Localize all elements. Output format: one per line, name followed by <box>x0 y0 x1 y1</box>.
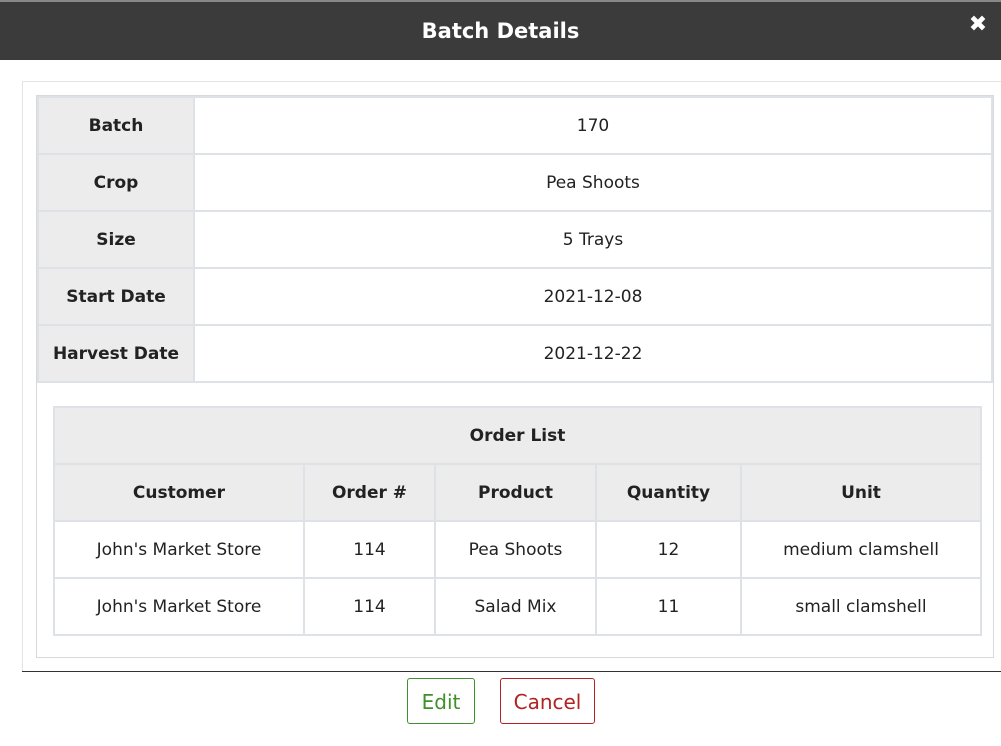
cancel-button[interactable]: Cancel <box>500 678 595 724</box>
detail-label: Harvest Date <box>37 324 195 383</box>
column-header-unit: Unit <box>739 463 983 522</box>
column-header-order-number: Order # <box>303 463 436 522</box>
detail-value: 5 Trays <box>193 210 993 269</box>
detail-label: Size <box>37 210 195 269</box>
order-list-title: Order List <box>52 406 983 465</box>
detail-value: 2021-12-08 <box>193 267 993 326</box>
edit-button[interactable]: Edit <box>407 678 475 724</box>
column-header-product: Product <box>434 463 597 522</box>
cell-customer: John's Market Store <box>53 577 305 636</box>
detail-row-start-date: Start Date 2021-12-08 <box>37 267 993 326</box>
order-list-title-row: Order List <box>52 406 983 465</box>
table-row: John's Market Store 114 Pea Shoots 12 me… <box>53 520 983 579</box>
close-icon[interactable]: ✖ <box>967 14 989 36</box>
cell-customer: John's Market Store <box>53 520 305 579</box>
detail-row-crop: Crop Pea Shoots <box>37 153 993 212</box>
cell-unit: small clamshell <box>739 577 983 636</box>
detail-label: Start Date <box>37 267 195 326</box>
cell-product: Salad Mix <box>434 577 597 636</box>
detail-value: 170 <box>193 96 993 155</box>
batch-details-panel: Batch 170 Crop Pea Shoots Size 5 Trays S… <box>36 95 994 658</box>
detail-row-size: Size 5 Trays <box>37 210 993 269</box>
cell-order-number: 114 <box>303 520 436 579</box>
footer-divider <box>22 671 1001 672</box>
dialog-titlebar: Batch Details ✖ <box>0 0 1001 60</box>
order-list-header-row: Customer Order # Product Quantity Unit <box>53 463 983 522</box>
table-row: John's Market Store 114 Salad Mix 11 sma… <box>53 577 983 636</box>
cell-quantity: 12 <box>595 520 742 579</box>
column-header-customer: Customer <box>53 463 305 522</box>
detail-label: Crop <box>37 153 195 212</box>
batch-details-dialog: Batch Details ✖ Batch 170 Crop Pea Shoot… <box>0 0 1001 746</box>
cell-quantity: 11 <box>595 577 742 636</box>
batch-details-table: Batch 170 Crop Pea Shoots Size 5 Trays S… <box>37 96 993 383</box>
detail-row-harvest-date: Harvest Date 2021-12-22 <box>37 324 993 383</box>
order-list-table: Order List Customer Order # Product Quan… <box>52 406 983 636</box>
cell-order-number: 114 <box>303 577 436 636</box>
cell-unit: medium clamshell <box>739 520 983 579</box>
detail-row-batch: Batch 170 <box>37 96 993 155</box>
column-header-quantity: Quantity <box>595 463 742 522</box>
detail-value: Pea Shoots <box>193 153 993 212</box>
detail-value: 2021-12-22 <box>193 324 993 383</box>
order-list-section: Order List Customer Order # Product Quan… <box>52 406 983 636</box>
detail-label: Batch <box>37 96 195 155</box>
cell-product: Pea Shoots <box>434 520 597 579</box>
dialog-title: Batch Details <box>421 19 580 43</box>
